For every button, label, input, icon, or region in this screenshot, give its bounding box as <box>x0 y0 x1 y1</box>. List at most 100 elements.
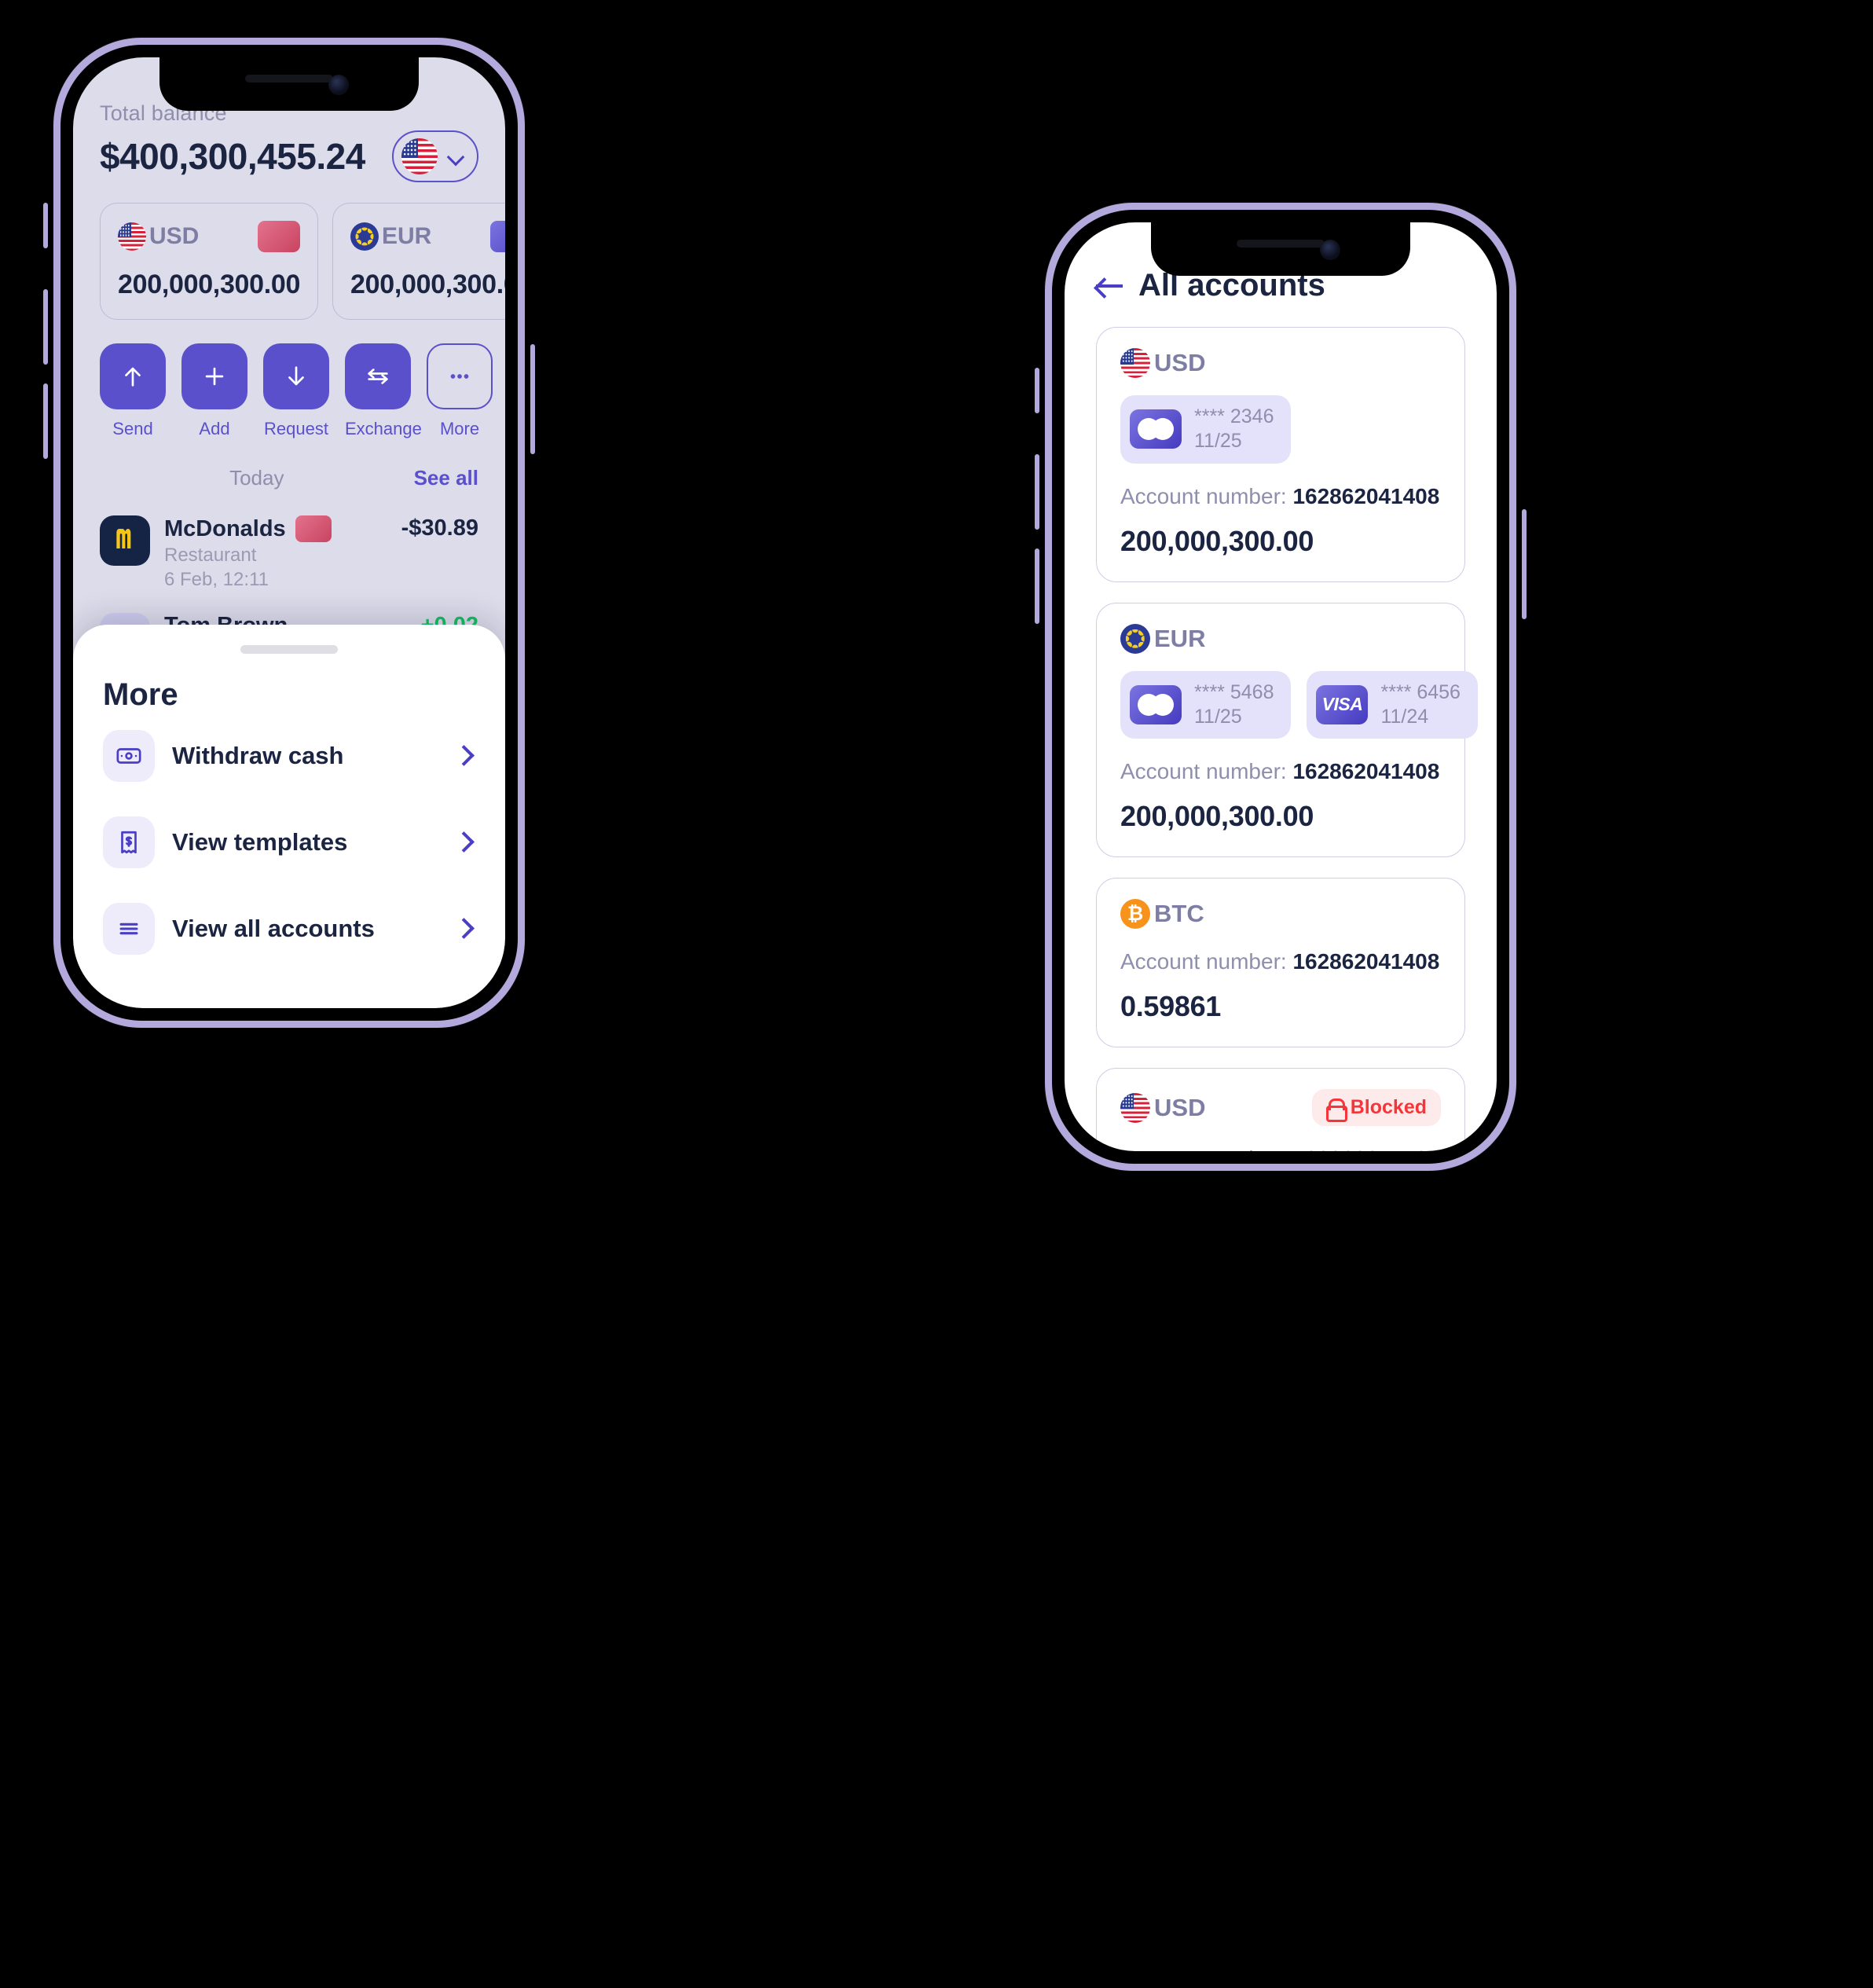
chevron-down-icon <box>447 148 464 165</box>
total-balance-row: $400,300,455.24 <box>100 130 478 182</box>
account-card-usd-blocked[interactable]: USD Blocked Account number: 162862041408… <box>1096 1068 1465 1151</box>
list-icon <box>103 903 155 955</box>
transaction-name: McDonalds <box>164 515 286 541</box>
chevron-right-icon <box>455 921 471 937</box>
screenshot-stage: Total balance $400,300,455.24 USD 200,00… <box>0 0 1873 1988</box>
volume-up-button[interactable] <box>1035 454 1039 530</box>
card-number: **** 6456 <box>1380 680 1461 703</box>
account-card-eur[interactable]: EUR **** 5468 11/25 VISA **** 6456 11/24… <box>1096 602 1478 857</box>
payment-card[interactable]: **** 5468 11/25 <box>1120 670 1292 739</box>
eu-flag-icon <box>350 222 379 251</box>
exchange-icon <box>345 343 411 409</box>
payment-card[interactable]: **** 2346 11/25 <box>1120 395 1292 464</box>
sheet-drag-handle[interactable] <box>240 645 338 654</box>
total-balance-value: $400,300,455.24 <box>100 136 365 177</box>
btc-icon: ₿ <box>1120 899 1150 929</box>
earpiece-speaker <box>245 75 333 83</box>
card-thumbnail <box>295 515 332 542</box>
account-card-usd[interactable]: USD **** 2346 11/25 Account number: 1628… <box>1096 327 1465 582</box>
account-card-btc[interactable]: ₿ BTC Account number: 162862041408 0.598… <box>1096 878 1465 1047</box>
notch <box>159 57 419 111</box>
payment-card-list: **** 5468 11/25 VISA **** 6456 11/24 <box>1120 670 1478 739</box>
visa-icon: VISA <box>1316 684 1369 724</box>
transaction-row[interactable]: McDonalds Restaurant 6 Feb, 12:11 -$30.8… <box>100 504 478 602</box>
payment-card[interactable]: VISA **** 6456 11/24 <box>1307 670 1478 739</box>
phone-device-right: All accounts USD **** 2346 11/25 Account… <box>1035 203 1527 1171</box>
account-currency: USD <box>1154 1093 1206 1121</box>
more-bottom-sheet: More Withdraw cash View templates View a… <box>73 625 505 1008</box>
account-balance: 0.59861 <box>1120 990 1222 1022</box>
sheet-item-view-templates[interactable]: View templates <box>103 799 475 886</box>
see-all-link[interactable]: See all <box>414 466 478 490</box>
sheet-item-label: Withdraw cash <box>172 742 344 769</box>
action-label: Add <box>199 419 230 438</box>
front-camera-icon <box>1320 240 1340 260</box>
phone-right-bezel: All accounts USD **** 2346 11/25 Account… <box>1052 210 1509 1164</box>
action-send[interactable]: Send <box>100 343 166 439</box>
all-accounts-screen: All accounts USD **** 2346 11/25 Account… <box>1065 222 1497 1151</box>
chevron-right-icon <box>455 834 471 850</box>
account-number-value: 162862041408 <box>1292 1146 1439 1151</box>
account-number-label: Account number: <box>1120 759 1287 783</box>
action-exchange[interactable]: Exchange <box>345 343 422 439</box>
mute-switch[interactable] <box>1035 368 1039 413</box>
currency-selector[interactable] <box>392 130 478 182</box>
account-number-row: Account number: 162862041408 <box>1120 759 1441 784</box>
account-number-label: Account number: <box>1120 1146 1287 1151</box>
power-button[interactable] <box>530 344 535 454</box>
arrow-down-icon <box>263 343 329 409</box>
account-currency: USD <box>1154 349 1206 376</box>
currency-card-eur[interactable]: EUR 200,000,300.00 <box>332 203 505 320</box>
volume-down-button[interactable] <box>43 383 48 459</box>
transactions-header: Today See all <box>100 466 478 490</box>
earpiece-speaker <box>1237 240 1325 248</box>
mcdonalds-logo-icon <box>100 515 150 566</box>
action-label: More <box>439 419 480 438</box>
volume-up-button[interactable] <box>43 289 48 365</box>
volume-down-button[interactable] <box>1035 548 1039 624</box>
status-badge-label: Blocked <box>1350 1096 1427 1118</box>
action-request[interactable]: Request <box>263 343 329 439</box>
payment-card-list: **** 2346 11/25 <box>1120 395 1441 464</box>
back-arrow-icon[interactable] <box>1096 274 1123 298</box>
us-flag-icon <box>401 138 438 174</box>
transaction-amount: -$30.89 <box>401 515 478 541</box>
arrow-up-icon <box>100 343 166 409</box>
action-label: Send <box>112 419 153 438</box>
card-expiry: 11/25 <box>1194 705 1242 728</box>
us-flag-icon <box>1120 348 1150 378</box>
card-number: **** 2346 <box>1194 405 1274 427</box>
front-camera-icon <box>328 75 349 95</box>
eu-flag-icon <box>1120 623 1150 654</box>
phone-device-left: Total balance $400,300,455.24 USD 200,00… <box>43 38 535 1028</box>
currency-code: USD <box>149 223 200 249</box>
account-number-row: Account number: 162862041408 <box>1120 1146 1441 1151</box>
currency-amount: 200,000,300.00 <box>118 270 301 299</box>
us-flag-icon <box>118 222 146 251</box>
sheet-item-label: View all accounts <box>172 915 375 942</box>
sheet-item-view-all-accounts[interactable]: View all accounts <box>103 886 475 972</box>
account-balance: 200,000,300.00 <box>1120 524 1314 557</box>
chevron-right-icon <box>455 748 471 764</box>
currency-card-usd[interactable]: USD 200,000,300.00 <box>100 203 318 320</box>
mastercard-icon <box>1130 409 1182 449</box>
account-list: USD **** 2346 11/25 Account number: 1628… <box>1096 327 1478 1151</box>
action-more[interactable]: More <box>427 343 493 439</box>
power-button[interactable] <box>1522 509 1527 619</box>
sheet-item-withdraw-cash[interactable]: Withdraw cash <box>103 713 475 799</box>
account-currency: EUR <box>1154 624 1206 652</box>
status-badge: Blocked <box>1311 1089 1441 1126</box>
quick-actions: Send Add Request Exchange More <box>100 343 493 439</box>
us-flag-icon <box>1120 1092 1150 1123</box>
account-number-value: 162862041408 <box>1292 759 1440 783</box>
account-number-value: 162862041408 <box>1292 949 1440 974</box>
mastercard-icon <box>1130 684 1182 724</box>
account-number-label: Account number: <box>1120 483 1287 508</box>
account-currency: BTC <box>1154 900 1204 927</box>
action-label: Exchange <box>345 419 422 438</box>
action-add[interactable]: Add <box>181 343 247 439</box>
home-screen: Total balance $400,300,455.24 USD 200,00… <box>73 57 505 1008</box>
banknote-icon <box>103 730 155 782</box>
receipt-icon <box>103 816 155 868</box>
mute-switch[interactable] <box>43 203 48 248</box>
